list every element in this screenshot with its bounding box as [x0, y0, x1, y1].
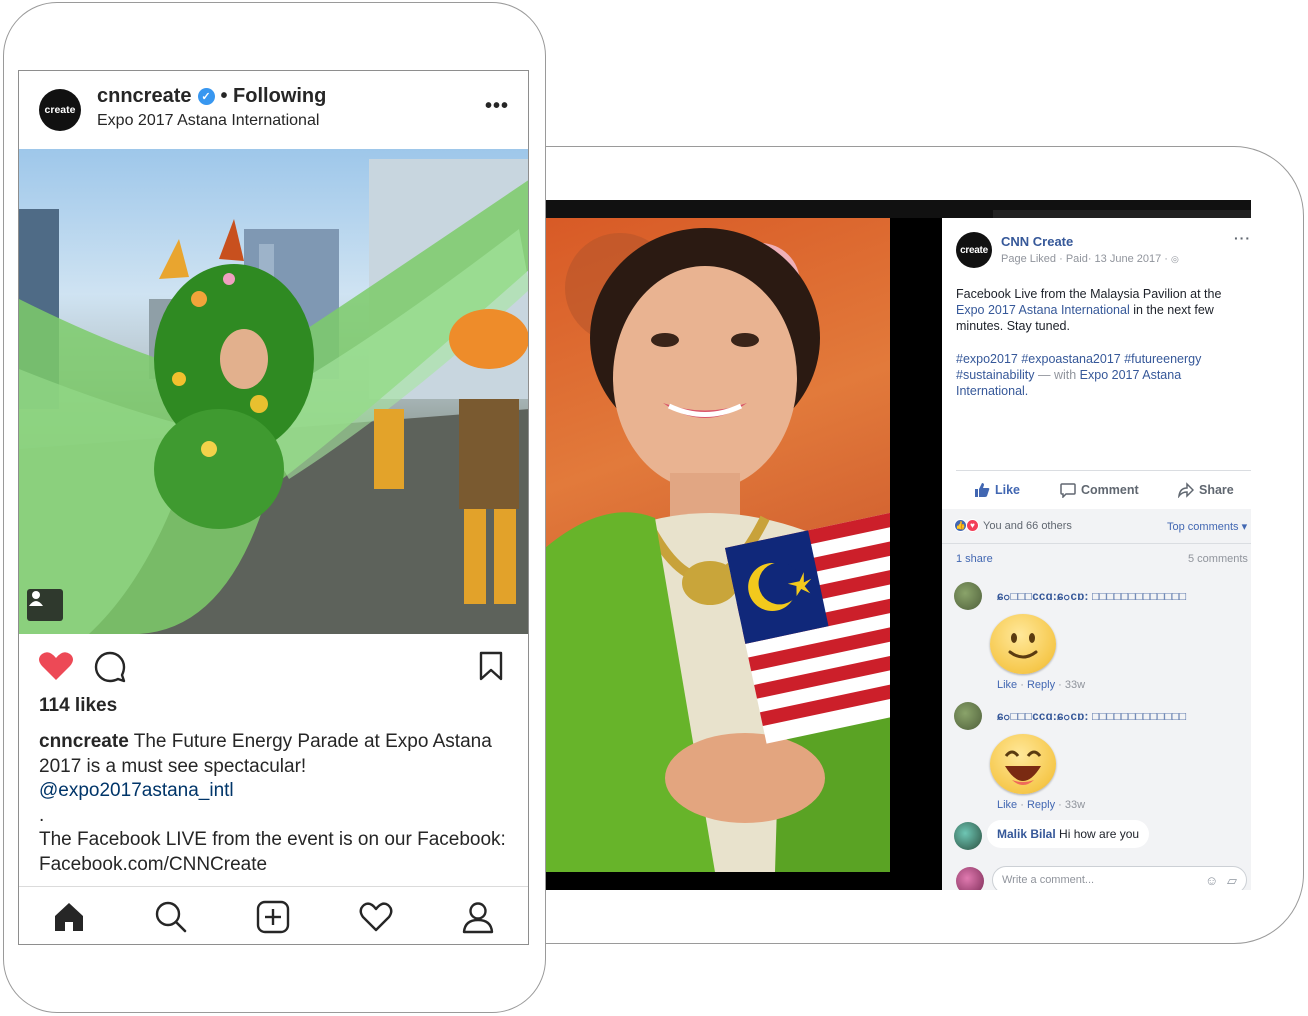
caption-username[interactable]: cnncreate	[39, 731, 129, 752]
commenter-name[interactable]: ɕ၀□□□ϲϲɑ:ɕ၀ϲɒ: □□□□□□□□□□□□□	[997, 709, 1186, 726]
commenter-avatar[interactable]	[954, 582, 982, 610]
comment-bubble: Malik Bilal Hi how are you	[987, 820, 1150, 848]
page-avatar[interactable]: create	[956, 232, 992, 268]
post-caption: cnncreate The Future Energy Parade at Ex…	[39, 730, 517, 877]
comment-reply-link[interactable]: Reply	[1027, 799, 1055, 811]
activity-icon[interactable]	[359, 900, 393, 934]
comment-time: · 33w	[1058, 799, 1086, 811]
comment-icon[interactable]	[94, 651, 126, 683]
bookmark-icon[interactable]	[479, 651, 503, 681]
comment-label: Comment	[1081, 483, 1139, 497]
commenter-name[interactable]: ɕ၀□□□ϲϲɑ:ɕ၀ϲɒ: □□□□□□□□□□□□□	[997, 589, 1186, 606]
post-action-bar	[19, 634, 528, 694]
post-header: create CNN Create Page Liked · Paid· 13 …	[956, 230, 1250, 272]
verified-badge-icon: ✓	[197, 88, 215, 105]
post-meta: Page Liked · Paid· 13 June 2017 · ◎	[1001, 253, 1179, 265]
reactions-text: You and 66 others	[983, 519, 1072, 532]
facebook-post-panel: create CNN Create Page Liked · Paid· 13 …	[942, 218, 1251, 890]
comment-meta: Like · Reply · 33w	[997, 679, 1086, 691]
smile-sticker	[990, 614, 1056, 674]
emoji-icon[interactable]: ☺	[1205, 873, 1218, 888]
bottom-nav-bar	[19, 886, 528, 944]
comment-meta: Like · Reply · 33w	[997, 799, 1086, 811]
post-actions: Like Comment Share	[956, 476, 1251, 504]
caption-text-2: The Facebook LIVE from the event is on o…	[39, 829, 506, 875]
user-avatar	[956, 867, 984, 890]
post-header: create cnncreate ✓ • Following Expo 2017…	[19, 71, 528, 149]
divider	[942, 543, 1251, 544]
with-text: — with	[1034, 368, 1080, 382]
search-icon[interactable]	[154, 900, 188, 934]
post-location[interactable]: Expo 2017 Astana International	[97, 112, 319, 130]
reply-author[interactable]: Malik Bilal	[997, 827, 1056, 841]
post-text-1: Facebook Live from the Malaysia Pavilion…	[956, 287, 1222, 301]
share-arrow-icon	[1178, 482, 1194, 498]
profile-avatar[interactable]: create	[39, 89, 81, 131]
comment-like-link[interactable]: Like	[997, 799, 1017, 811]
instagram-post-view: create cnncreate ✓ • Following Expo 2017…	[18, 70, 529, 945]
more-options-icon[interactable]: •••	[485, 95, 509, 118]
more-options-icon[interactable]: ···	[1234, 230, 1251, 246]
tagged-people-icon[interactable]	[27, 589, 63, 621]
share-label: Share	[1199, 483, 1234, 497]
reactions-summary[interactable]: 👍 ♥ You and 66 others	[954, 519, 1072, 532]
follow-status[interactable]: • Following	[221, 85, 327, 108]
home-icon[interactable]	[52, 900, 86, 934]
post-meta-text: Page Liked · Paid· 13 June 2017 ·	[1001, 253, 1168, 265]
sticker-icon[interactable]: ▱	[1227, 873, 1237, 889]
post-text: Facebook Live from the Malaysia Pavilion…	[956, 286, 1241, 334]
top-comments-dropdown[interactable]: Top comments ▾	[1167, 520, 1247, 533]
reply-text: Hi how are you	[1055, 827, 1140, 841]
comments-section: 👍 ♥ You and 66 others Top comments ▾ 1 s…	[942, 509, 1251, 890]
username[interactable]: cnncreate	[97, 85, 192, 108]
share-button[interactable]: Share	[1178, 482, 1234, 498]
comment-count[interactable]: 5 comments	[1188, 553, 1248, 565]
share-count[interactable]: 1 share	[956, 553, 993, 565]
tablet-top-bar	[545, 200, 1251, 218]
like-button[interactable]: Like	[974, 482, 1020, 498]
caption-dot: .	[39, 804, 45, 826]
laugh-sticker	[990, 734, 1056, 794]
instagram-post-photo[interactable]	[19, 149, 528, 634]
caption-mention[interactable]: @expo2017astana_intl	[39, 780, 234, 801]
comment-reply-link[interactable]: Reply	[1027, 679, 1055, 691]
heart-icon[interactable]	[39, 651, 73, 681]
username-row: cnncreate ✓ • Following	[97, 85, 326, 108]
facebook-post-photo[interactable]	[545, 218, 890, 872]
comment-like-link[interactable]: Like	[997, 679, 1017, 691]
post-link[interactable]: Expo 2017 Astana International	[956, 303, 1130, 317]
write-comment-placeholder: Write a comment...	[1002, 874, 1095, 886]
thumbs-up-icon	[975, 483, 990, 497]
add-post-icon[interactable]	[256, 900, 290, 934]
comment-bubble-icon	[1060, 483, 1076, 498]
top-bar-segment	[993, 210, 1251, 218]
facebook-post-view: create CNN Create Page Liked · Paid· 13 …	[545, 200, 1251, 890]
commenter-avatar[interactable]	[954, 822, 982, 850]
commenter-avatar[interactable]	[954, 702, 982, 730]
comment-button[interactable]: Comment	[1060, 482, 1139, 498]
comment-time: · 33w	[1058, 679, 1086, 691]
like-label: Like	[995, 483, 1021, 497]
globe-icon: ◎	[1171, 254, 1179, 264]
divider	[956, 470, 1251, 471]
page-name[interactable]: CNN Create	[1001, 234, 1073, 249]
profile-icon[interactable]	[461, 900, 495, 934]
love-reaction-icon: ♥	[966, 519, 979, 532]
likes-count[interactable]: 114 likes	[39, 695, 117, 717]
post-hashtags: #expo2017 #expoastana2017 #futureenergy …	[956, 351, 1241, 399]
write-comment-input[interactable]: Write a comment... ☺ ▱	[992, 866, 1247, 890]
